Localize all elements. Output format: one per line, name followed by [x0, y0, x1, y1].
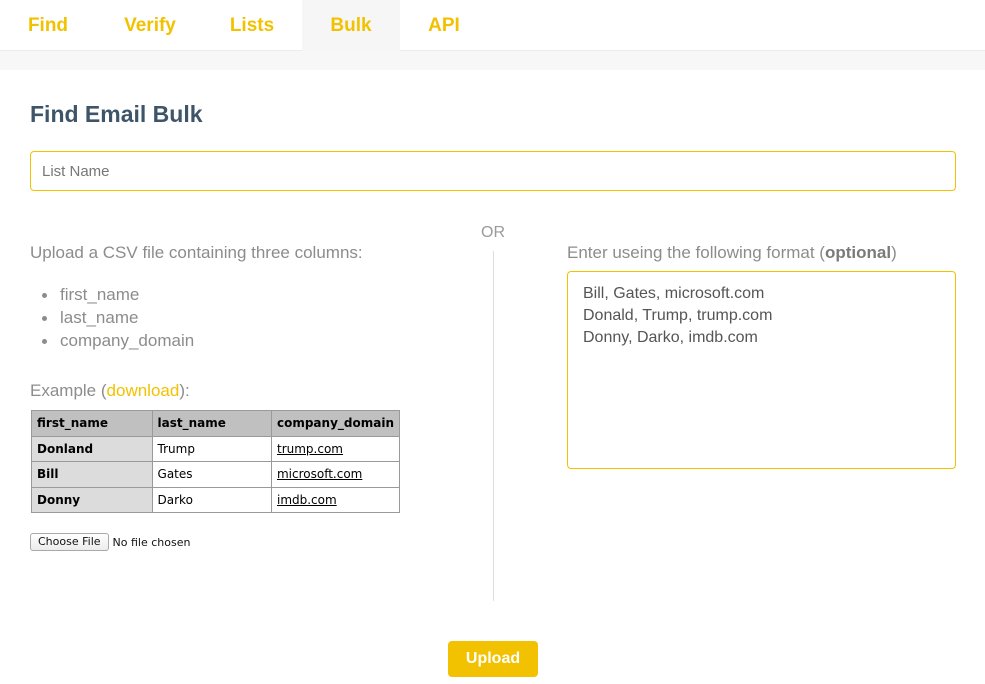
- table-cell: Darko: [151, 486, 272, 513]
- table-cell: Gates: [151, 461, 272, 488]
- example-label: Example (download):: [30, 381, 190, 401]
- table-row: Donland Trump trump.com: [31, 435, 401, 462]
- tab-bulk[interactable]: Bulk: [302, 0, 400, 51]
- tab-find[interactable]: Find: [14, 0, 82, 51]
- file-input: Choose File No file chosen: [30, 533, 190, 551]
- csv-description: Upload a CSV file containing three colum…: [30, 243, 363, 262]
- table-row: Bill Gates microsoft.com: [31, 461, 401, 488]
- table-header: company_domain: [270, 410, 401, 437]
- table-header-row: first_name last_name company_domain: [31, 410, 401, 437]
- table-cell: Donny: [31, 486, 153, 513]
- table-cell: Donland: [31, 435, 153, 462]
- bullet-icon: [42, 339, 47, 344]
- domain-link: imdb.com: [276, 492, 337, 507]
- table-cell: Bill: [31, 461, 153, 488]
- or-label: OR: [481, 224, 505, 241]
- tab-api[interactable]: API: [416, 0, 472, 51]
- format-label-prefix: Enter useing the following format (: [567, 243, 825, 262]
- column-name: first_name: [60, 285, 140, 304]
- top-nav: Find Verify Lists Bulk API: [0, 0, 985, 51]
- sub-bar: [0, 51, 985, 70]
- table-row: Donny Darko imdb.com: [31, 486, 401, 513]
- table-cell: microsoft.com: [270, 461, 401, 488]
- file-status: No file chosen: [112, 535, 191, 549]
- tab-lists[interactable]: Lists: [220, 0, 284, 51]
- tab-verify[interactable]: Verify: [110, 0, 190, 51]
- choose-file-button[interactable]: Choose File: [30, 533, 109, 551]
- vertical-divider: [493, 251, 494, 601]
- example-suffix: ):: [179, 381, 190, 400]
- format-label: Enter useing the following format (optio…: [567, 243, 897, 263]
- table-header: last_name: [151, 410, 272, 437]
- entry-line: Bill, Gates, microsoft.com: [583, 285, 765, 302]
- table-cell: imdb.com: [270, 486, 401, 513]
- column-name: last_name: [60, 308, 139, 327]
- example-prefix: Example (: [30, 381, 107, 400]
- entry-line: Donny, Darko, imdb.com: [583, 329, 758, 346]
- table-header: first_name: [31, 410, 153, 437]
- column-name: company_domain: [60, 331, 195, 350]
- list-name-input[interactable]: [30, 151, 956, 191]
- domain-link: trump.com: [276, 441, 343, 456]
- entry-line: Donald, Trump, trump.com: [583, 307, 773, 324]
- format-label-optional: optional: [824, 243, 892, 262]
- table-cell: Trump: [151, 435, 272, 462]
- example-table: first_name last_name company_domain Donl…: [31, 410, 401, 513]
- list-item: last_name: [42, 306, 194, 329]
- table-cell: trump.com: [270, 435, 401, 462]
- bullet-icon: [42, 293, 47, 298]
- domain-link: microsoft.com: [276, 467, 363, 482]
- format-label-suffix: ): [891, 243, 897, 262]
- page-title: Find Email Bulk: [30, 101, 203, 127]
- column-list: first_name last_name company_domain: [42, 283, 194, 352]
- manual-entry-textarea[interactable]: Bill, Gates, microsoft.com Donald, Trump…: [567, 271, 956, 469]
- download-link[interactable]: download: [107, 381, 180, 400]
- bullet-icon: [42, 316, 47, 321]
- upload-button[interactable]: Upload: [448, 641, 538, 677]
- list-item: first_name: [42, 283, 194, 306]
- list-item: company_domain: [42, 329, 194, 352]
